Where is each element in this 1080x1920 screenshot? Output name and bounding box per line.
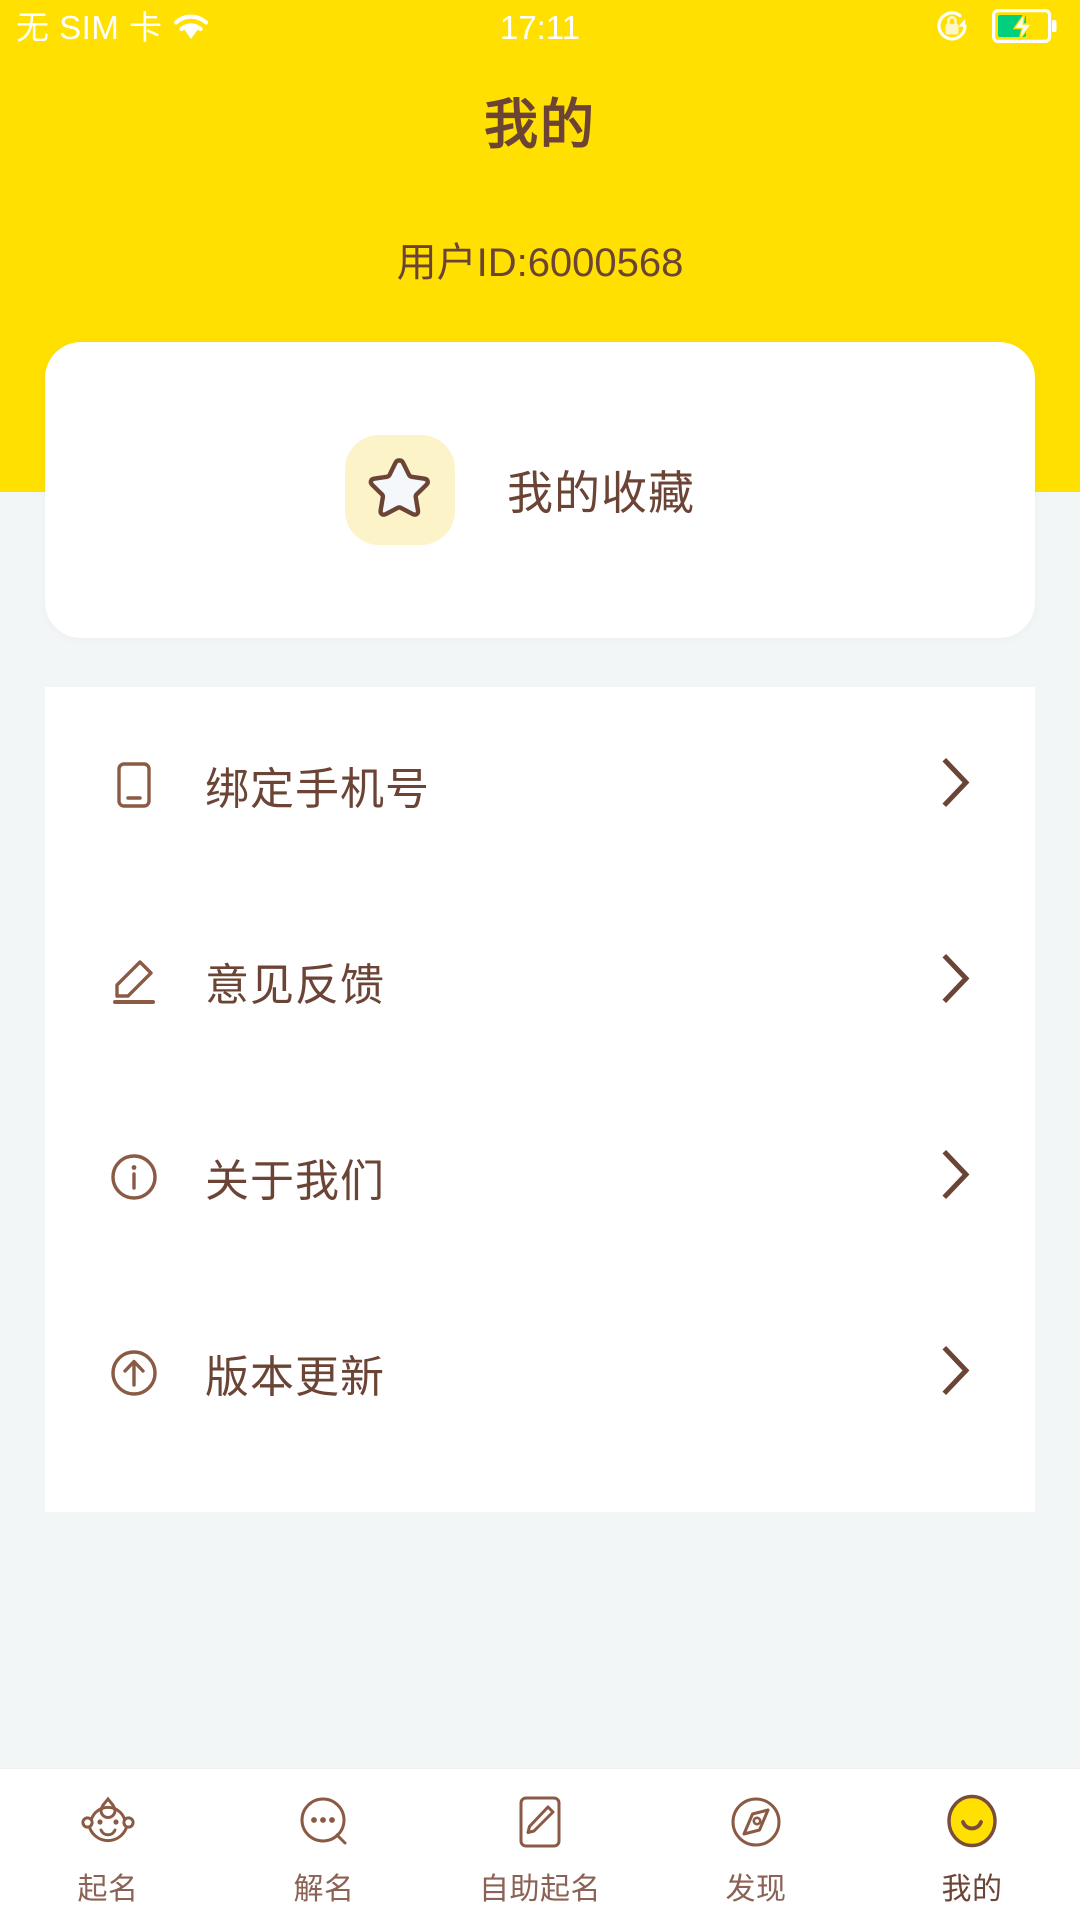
menu-item-feedback[interactable]: 意见反馈 — [45, 883, 1035, 1079]
chevron-right-icon[interactable] — [939, 951, 973, 1012]
my-favorites-label: 我的收藏 — [507, 467, 695, 519]
tab-naming[interactable]: 起名 — [0, 1769, 216, 1920]
chevron-right-icon[interactable] — [939, 755, 973, 816]
star-icon-tile — [345, 435, 455, 545]
tab-name-analysis[interactable]: 解名 — [216, 1769, 432, 1920]
tab-mine[interactable]: 我的 — [864, 1769, 1080, 1920]
tab-label: 解名 — [293, 1872, 355, 1906]
star-icon — [362, 450, 438, 531]
battery-charging-icon — [992, 8, 1058, 48]
tab-label: 起名 — [77, 1872, 139, 1906]
note-pencil-icon — [505, 1786, 575, 1858]
menu-item-bind-phone[interactable]: 绑定手机号 — [45, 687, 1035, 883]
chat-bubble-icon — [289, 1786, 359, 1858]
chevron-right-icon[interactable] — [939, 1343, 973, 1404]
info-circle-icon — [107, 1150, 161, 1204]
arrow-up-circle-icon — [107, 1346, 161, 1400]
chevron-right-icon[interactable] — [939, 1147, 973, 1208]
menu-item-label: 关于我们 — [205, 1157, 385, 1206]
my-favorites-card[interactable]: 我的收藏 — [45, 342, 1035, 638]
user-id-label: 用户ID:6000568 — [396, 241, 684, 285]
status-time: 17:11 — [499, 9, 581, 46]
status-bar-right — [932, 0, 1058, 56]
baby-face-icon — [73, 1786, 143, 1858]
compass-icon — [721, 1786, 791, 1858]
bottom-tab-bar: 起名 解名 自助起名 发现 我的 — [0, 1768, 1080, 1920]
phone-icon — [107, 758, 161, 812]
tab-label: 自助起名 — [479, 1872, 601, 1906]
tab-label: 我的 — [941, 1872, 1003, 1906]
menu-item-version-update[interactable]: 版本更新 — [45, 1275, 1035, 1471]
tab-label: 发现 — [725, 1872, 787, 1906]
status-bar: 无 SIM 卡 17:11 — [0, 0, 1080, 56]
tab-self-naming[interactable]: 自助起名 — [432, 1769, 648, 1920]
rotation-lock-icon — [932, 6, 972, 51]
menu-item-about-us[interactable]: 关于我们 — [45, 1079, 1035, 1275]
page-title: 我的 — [484, 95, 596, 155]
smiley-face-icon — [937, 1786, 1007, 1858]
settings-menu-card: 绑定手机号 意见反馈 关于我们 版本更新 — [45, 687, 1035, 1512]
menu-item-label: 版本更新 — [205, 1353, 385, 1402]
pencil-edit-icon — [107, 954, 161, 1008]
tab-discover[interactable]: 发现 — [648, 1769, 864, 1920]
app-screen: 无 SIM 卡 17:11 我的 用户ID:6000568 我的收藏 绑定手机号… — [0, 0, 1080, 1920]
menu-item-label: 绑定手机号 — [205, 765, 430, 814]
menu-item-label: 意见反馈 — [205, 961, 385, 1010]
